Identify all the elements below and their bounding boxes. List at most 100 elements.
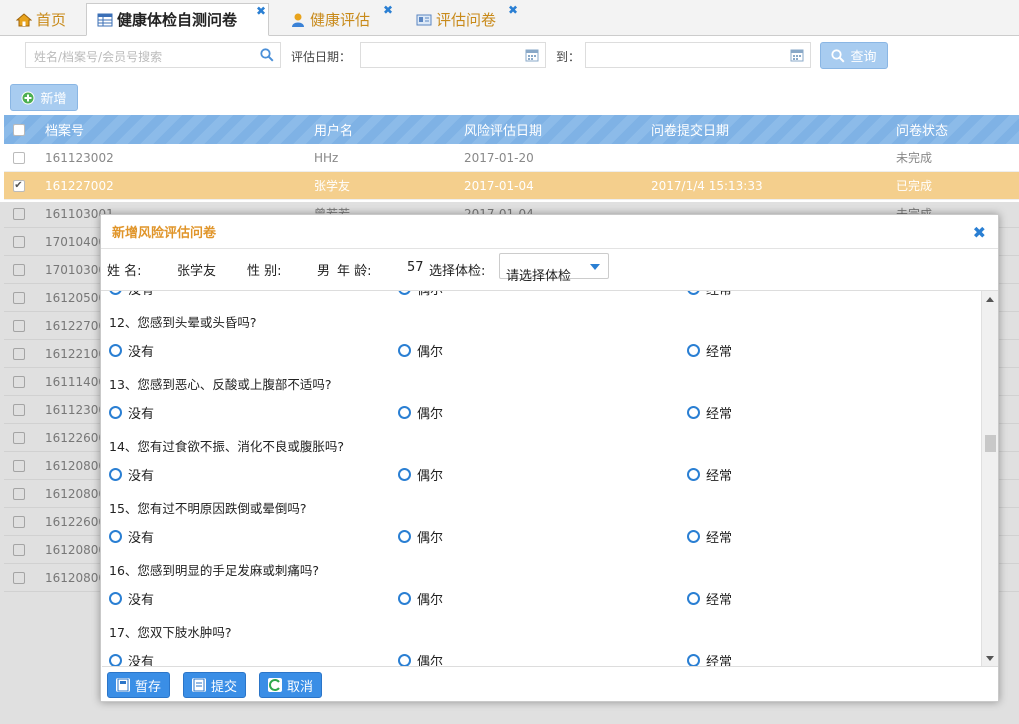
close-icon[interactable]: ✖ xyxy=(508,3,518,17)
question-text: 15、您有过不明原因跌倒或晕倒吗? xyxy=(109,501,307,516)
radio-option[interactable]: 经常 xyxy=(687,403,732,422)
table-row[interactable]: 161123002 HHz 2017-01-20 未完成 xyxy=(4,144,1019,172)
radio-option[interactable]: 偶尔 xyxy=(398,527,443,546)
column-header[interactable]: 用户名 xyxy=(314,120,464,139)
column-header[interactable]: 风险评估日期 xyxy=(464,120,651,139)
option-label: 没有 xyxy=(128,291,154,298)
age-label: 年 龄: xyxy=(337,264,372,279)
submit-button[interactable]: 提交 xyxy=(183,672,247,698)
select-all-checkbox[interactable] xyxy=(12,123,25,136)
radio-option[interactable]: 没有 xyxy=(109,403,154,422)
cell-id: 161227002 xyxy=(45,178,114,193)
cell-risk-date: 2017-01-20 xyxy=(464,150,534,165)
radio-option[interactable]: 没有 xyxy=(109,465,154,484)
radio-option[interactable]: 没有 xyxy=(109,651,154,666)
cell-status: 已完成 xyxy=(896,179,933,193)
radio-icon[interactable] xyxy=(687,344,700,357)
tab-assessment-questionnaire[interactable]: 评估问卷 ✖ xyxy=(406,3,520,36)
start-date-input[interactable] xyxy=(360,42,546,68)
query-label: 查询 xyxy=(850,50,877,65)
option-label: 没有 xyxy=(128,593,155,608)
question-text: 13、您感到恶心、反酸或上腹部不适吗? xyxy=(109,377,332,392)
exam-select[interactable]: 请选择体检 xyxy=(499,253,609,284)
row-checkbox[interactable]: ✔ xyxy=(12,179,25,192)
question-text: 17、您双下肢水肿吗? xyxy=(109,625,232,640)
radio-icon[interactable] xyxy=(398,592,411,605)
close-icon[interactable]: ✖ xyxy=(383,3,393,17)
question-text: 16、您感到明显的手足发麻或刺痛吗? xyxy=(109,563,320,578)
close-icon[interactable]: ✖ xyxy=(973,223,986,242)
table-row[interactable]: ✔ 161227002 张学友 2017-01-04 2017/1/4 15:13:33… xyxy=(4,172,1019,200)
radio-icon[interactable] xyxy=(687,654,700,666)
radio-icon[interactable] xyxy=(109,654,122,666)
radio-icon[interactable] xyxy=(109,406,122,419)
scroll-thumb[interactable] xyxy=(985,435,996,452)
add-button[interactable]: 新增 xyxy=(10,84,78,111)
query-button[interactable]: 查询 xyxy=(820,42,888,69)
radio-option[interactable]: 偶尔 xyxy=(398,341,443,360)
column-header[interactable]: 档案号 xyxy=(33,120,314,139)
radio-option[interactable]: 偶尔 xyxy=(398,291,443,298)
radio-option[interactable]: 经常 xyxy=(687,465,732,484)
search-icon[interactable] xyxy=(260,48,274,62)
radio-icon[interactable] xyxy=(687,592,700,605)
scroll-down-icon[interactable] xyxy=(986,656,994,661)
radio-option[interactable]: 偶尔 xyxy=(398,651,443,666)
option-label: 经常 xyxy=(706,345,733,360)
radio-icon[interactable] xyxy=(109,344,122,357)
column-header[interactable]: 问卷提交日期 xyxy=(651,120,896,139)
radio-icon[interactable] xyxy=(687,530,700,543)
radio-option[interactable]: 没有 xyxy=(109,589,154,608)
cancel-label: 取消 xyxy=(287,679,314,695)
radio-option[interactable]: 没有 xyxy=(109,291,154,298)
column-header[interactable]: 问卷状态 xyxy=(896,120,1016,139)
scrollbar[interactable] xyxy=(981,291,998,666)
radio-option[interactable]: 偶尔 xyxy=(398,589,443,608)
questions-scroll-area[interactable]: 没有偶尔经常 12、您感到头晕或头昏吗?没有偶尔经常13、您感到恶心、反酸或上腹… xyxy=(102,291,998,667)
tab-questionnaire[interactable]: 健康体检自测问卷 ✖ xyxy=(86,3,269,36)
dialog-footer: 暂存 提交 取消 xyxy=(101,668,998,702)
radio-icon[interactable] xyxy=(109,291,122,295)
radio-option[interactable]: 经常 xyxy=(687,589,732,608)
close-icon[interactable]: ✖ xyxy=(256,4,266,18)
radio-option[interactable]: 经常 xyxy=(687,527,732,546)
radio-option[interactable]: 经常 xyxy=(687,291,732,298)
end-date-input[interactable] xyxy=(585,42,811,68)
dialog-title: 新增风险评估问卷 xyxy=(101,215,998,249)
card-icon xyxy=(416,14,432,25)
option-label: 没有 xyxy=(128,345,155,360)
radio-option[interactable]: 经常 xyxy=(687,651,732,666)
radio-icon[interactable] xyxy=(109,592,122,605)
radio-icon[interactable] xyxy=(398,406,411,419)
radio-option[interactable]: 没有 xyxy=(109,341,154,360)
search-input[interactable]: 姓名/档案号/会员号搜索 xyxy=(25,42,281,68)
radio-option[interactable]: 经常 xyxy=(687,341,732,360)
radio-icon[interactable] xyxy=(687,291,700,295)
radio-icon[interactable] xyxy=(398,654,411,666)
radio-icon[interactable] xyxy=(687,468,700,481)
question-options: 没有 偶尔 经常 xyxy=(102,291,982,302)
tab-health-assessment[interactable]: 健康评估 ✖ xyxy=(280,3,395,36)
radio-icon[interactable] xyxy=(109,468,122,481)
radio-icon[interactable] xyxy=(398,291,411,295)
scroll-up-icon[interactable] xyxy=(986,297,994,302)
option-label: 偶尔 xyxy=(417,407,444,422)
calendar-icon[interactable] xyxy=(790,48,804,62)
radio-icon[interactable] xyxy=(398,468,411,481)
cancel-button[interactable]: 取消 xyxy=(259,672,323,698)
calendar-icon[interactable] xyxy=(525,48,539,62)
tab-label: 健康评估 xyxy=(310,11,371,29)
radio-icon[interactable] xyxy=(398,530,411,543)
tab-label: 评估问卷 xyxy=(436,11,497,29)
row-checkbox[interactable] xyxy=(12,151,25,164)
radio-icon[interactable] xyxy=(398,344,411,357)
cell-name: 张学友 xyxy=(314,179,351,193)
radio-option[interactable]: 没有 xyxy=(109,527,154,546)
radio-icon[interactable] xyxy=(109,530,122,543)
radio-icon[interactable] xyxy=(687,406,700,419)
radio-option[interactable]: 偶尔 xyxy=(398,465,443,484)
tab-home[interactable]: 首页 xyxy=(6,3,76,36)
option-label: 经常 xyxy=(706,469,733,484)
radio-option[interactable]: 偶尔 xyxy=(398,403,443,422)
save-draft-button[interactable]: 暂存 xyxy=(107,672,171,698)
